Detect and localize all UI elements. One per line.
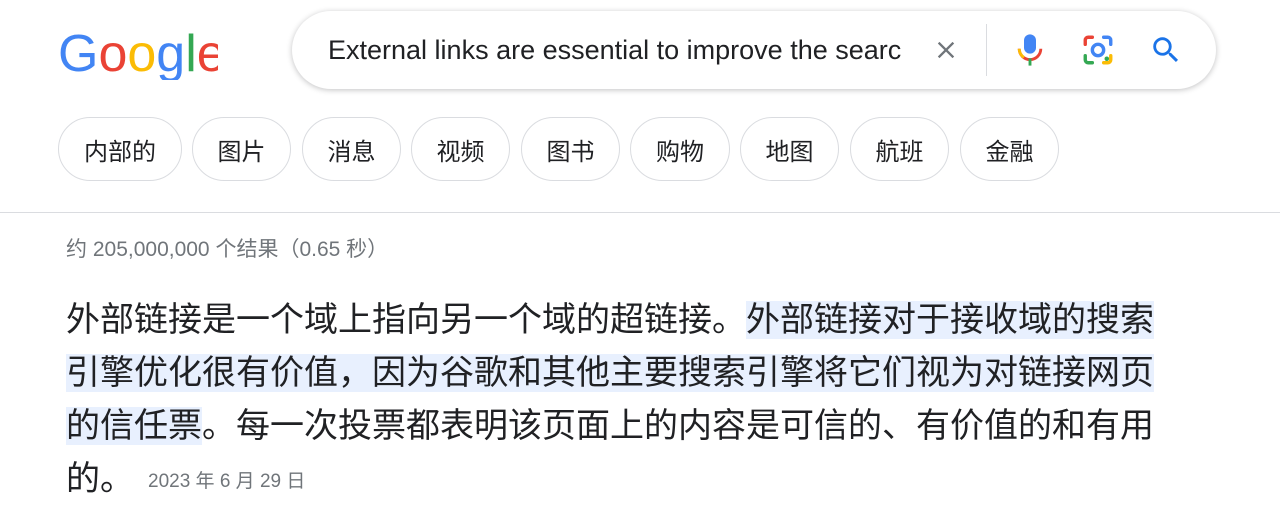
chip-internal[interactable]: 内部的	[58, 117, 182, 181]
logo-letter-l: l	[185, 25, 197, 80]
chip-news[interactable]: 消息	[302, 117, 401, 181]
chip-shopping[interactable]: 购物	[630, 117, 730, 181]
google-logo[interactable]: Google	[58, 24, 218, 80]
result-stats: 约 205,000,000 个结果（0.65 秒）	[66, 238, 389, 261]
search-button[interactable]	[1146, 30, 1186, 70]
search-divider	[986, 24, 987, 76]
chip-maps[interactable]: 地图	[740, 117, 839, 181]
search-box[interactable]	[292, 11, 1216, 89]
chip-flights[interactable]: 航班	[850, 117, 949, 181]
snippet-text: 外部链接是一个域上指向另一个域的超链接。	[66, 301, 746, 339]
logo-letter-e: e	[197, 25, 218, 80]
clear-button[interactable]	[926, 30, 966, 70]
close-icon	[937, 41, 955, 59]
svg-text:Google: Google	[58, 25, 218, 80]
chip-finance[interactable]: 金融	[960, 117, 1059, 181]
search-icon	[1153, 37, 1179, 63]
header-divider	[0, 212, 1280, 213]
lens-search-button[interactable]	[1078, 30, 1118, 70]
search-input[interactable]	[328, 33, 908, 67]
chip-images[interactable]: 图片	[192, 117, 291, 181]
logo-letter-g2: g	[156, 25, 185, 80]
voice-search-button[interactable]	[1010, 30, 1050, 70]
logo-letter-o2: o	[127, 25, 156, 80]
chip-books[interactable]: 图书	[521, 117, 620, 181]
logo-letter-g: G	[58, 25, 98, 80]
chip-videos[interactable]: 视频	[411, 117, 510, 181]
lens-icon	[1083, 35, 1113, 65]
logo-letter-o1: o	[98, 25, 127, 80]
mic-icon	[1017, 34, 1043, 66]
featured-snippet: 外部链接是一个域上指向另一个域的超链接。外部链接对于接收域的搜索引擎优化很有价值…	[66, 294, 1176, 508]
snippet-date: 2023 年 6 月 29 日	[148, 470, 306, 492]
